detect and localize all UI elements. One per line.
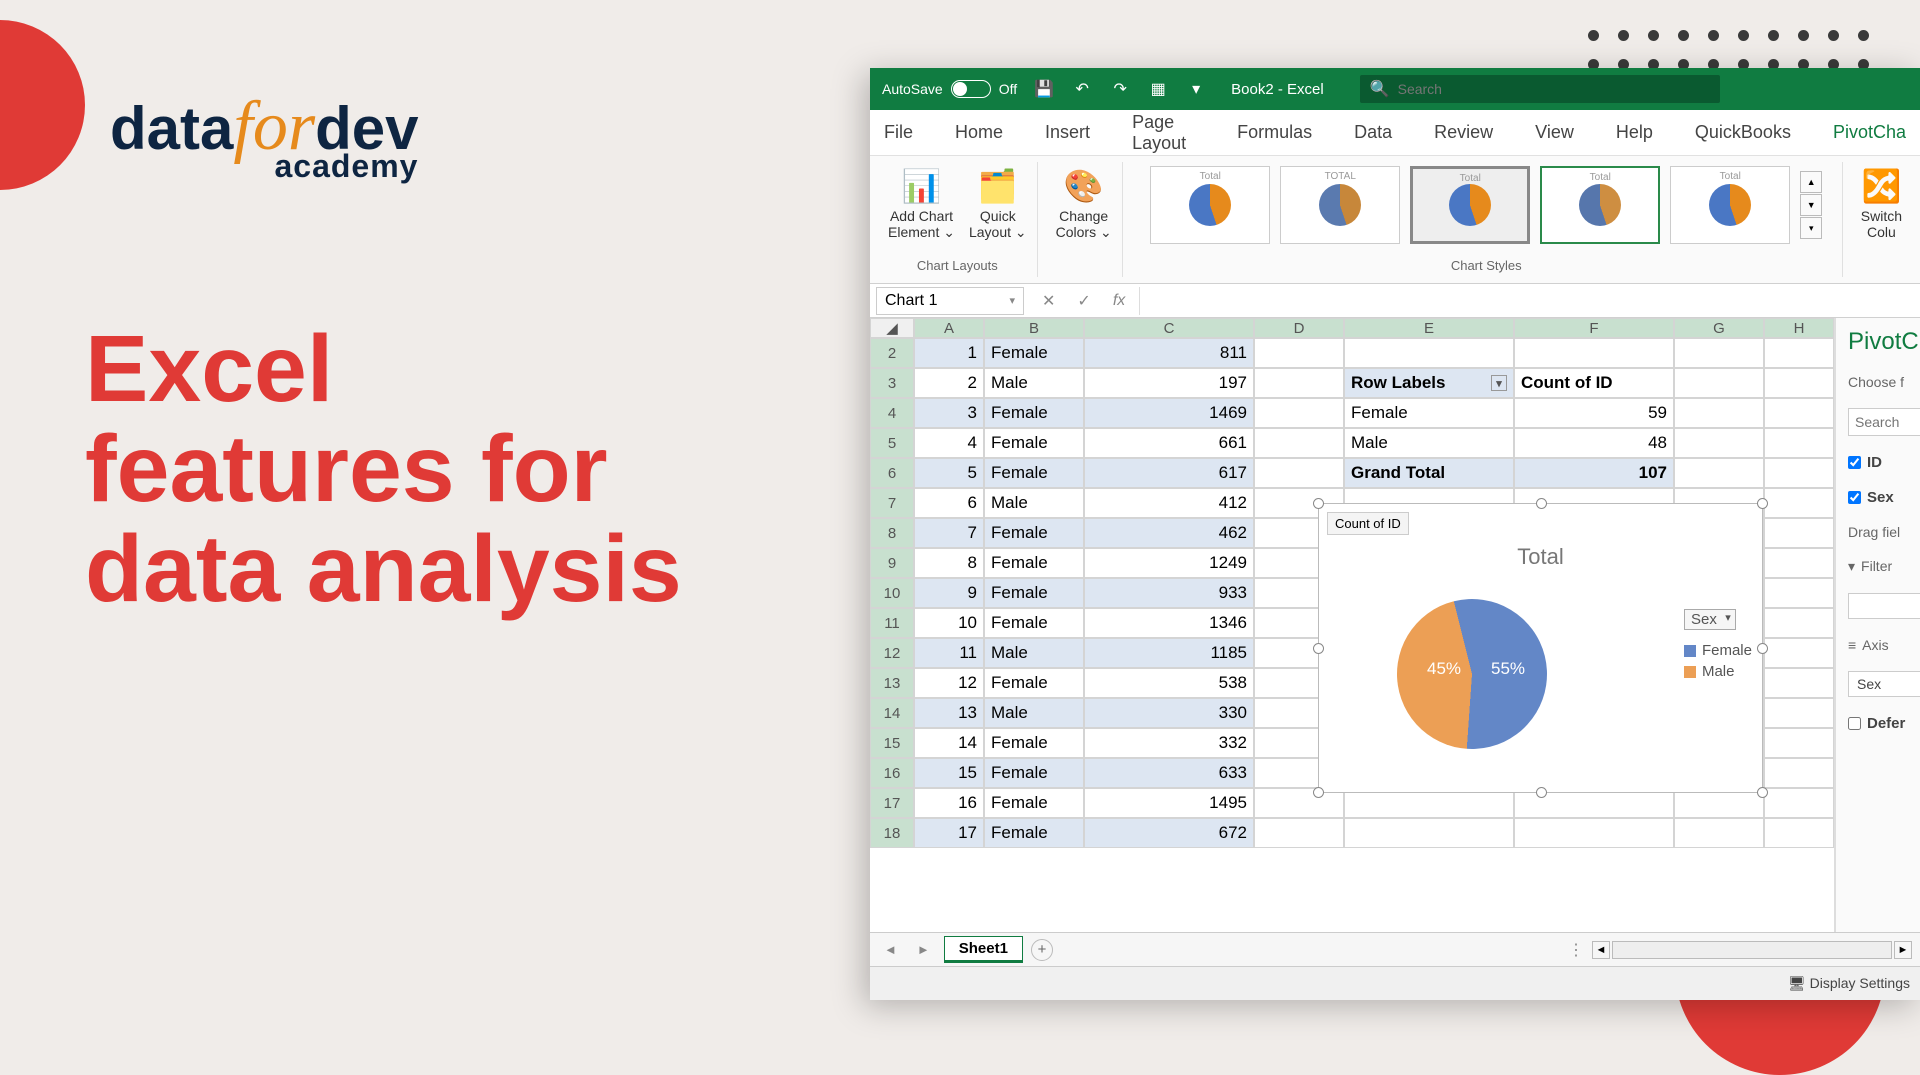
tab-pivotchart[interactable]: PivotCha <box>1827 112 1912 153</box>
table-row[interactable]: 54Female661Male48 <box>870 428 1834 458</box>
decor-dots-top <box>1588 30 1870 70</box>
legend-field-dropdown[interactable]: Sex <box>1684 609 1736 630</box>
tab-file[interactable]: File <box>878 112 919 153</box>
decor-red-circle <box>0 20 85 190</box>
chart-style-5[interactable]: Total <box>1670 166 1790 244</box>
undo-icon[interactable]: ↶ <box>1071 78 1093 100</box>
chart-style-1[interactable]: Total <box>1150 166 1270 244</box>
switch-icon: 🔀 <box>1861 166 1901 206</box>
qat-more-icon[interactable]: ▾ <box>1185 78 1207 100</box>
col-G[interactable]: G <box>1674 318 1764 338</box>
add-chart-element-button[interactable]: 📊 Add ChartElement ⌄ <box>888 166 955 240</box>
redo-icon[interactable]: ↷ <box>1109 78 1131 100</box>
tab-data[interactable]: Data <box>1348 112 1398 153</box>
cancel-icon[interactable]: ✕ <box>1042 291 1055 311</box>
pivot-chart[interactable]: Count of ID Total 55% 45% Sex Female Mal… <box>1318 503 1763 793</box>
search-box[interactable]: 🔍 <box>1360 75 1720 103</box>
sheet-tabs-bar: ◄ ► Sheet1 + ⋮ ◄► <box>870 932 1920 966</box>
axis-dropzone[interactable]: Sex <box>1848 671 1920 697</box>
search-input[interactable] <box>1398 81 1710 97</box>
chart-style-3[interactable]: Total <box>1410 166 1530 244</box>
chart-style-gallery: Total TOTAL Total Total Total ▲▼▾ <box>1150 166 1822 244</box>
col-D[interactable]: D <box>1254 318 1344 338</box>
chart-field-button[interactable]: Count of ID <box>1327 512 1409 535</box>
tab-home[interactable]: Home <box>949 112 1009 153</box>
group-chart-layouts: Chart Layouts <box>917 258 998 273</box>
horizontal-scrollbar[interactable]: ⋮ ◄► <box>1568 940 1912 960</box>
col-E[interactable]: E <box>1344 318 1514 338</box>
col-F[interactable]: F <box>1514 318 1674 338</box>
sheet-tab[interactable]: Sheet1 <box>944 936 1023 963</box>
tab-view[interactable]: View <box>1529 112 1580 153</box>
tab-insert[interactable]: Insert <box>1039 112 1096 153</box>
field-sex[interactable]: Sex <box>1848 489 1920 506</box>
tab-nav-next[interactable]: ► <box>911 942 936 957</box>
table-row[interactable]: 21Female811 <box>870 338 1834 368</box>
logo: datafordev academy <box>110 95 418 181</box>
pie-label-female: 55% <box>1491 659 1525 679</box>
group-chart-styles: Chart Styles <box>1451 258 1522 273</box>
quick-layout-button[interactable]: 🗂️ QuickLayout ⌄ <box>969 166 1027 240</box>
qat-grid-icon[interactable]: ▦ <box>1147 78 1169 100</box>
chart-style-2[interactable]: TOTAL <box>1280 166 1400 244</box>
field-id[interactable]: ID <box>1848 454 1920 471</box>
filters-dropzone[interactable] <box>1848 593 1920 619</box>
pie-label-male: 45% <box>1427 659 1461 679</box>
quick-layout-icon: 🗂️ <box>978 166 1018 206</box>
tab-formulas[interactable]: Formulas <box>1231 112 1318 153</box>
pane-title: PivotC <box>1848 328 1920 356</box>
formula-input[interactable] <box>1139 287 1920 315</box>
ribbon: 📊 Add ChartElement ⌄ 🗂️ QuickLayout ⌄ Ch… <box>870 156 1920 284</box>
style-gallery-arrows[interactable]: ▲▼▾ <box>1800 171 1822 239</box>
formula-bar-row: Chart 1▾ ✕ ✓ fx <box>870 284 1920 318</box>
col-A[interactable]: A <box>914 318 984 338</box>
fx-label[interactable]: fx <box>1113 292 1125 310</box>
display-settings-button[interactable]: 🖥 Display Settings <box>1788 975 1910 992</box>
tab-quickbooks[interactable]: QuickBooks <box>1689 112 1797 153</box>
autosave-toggle[interactable]: AutoSave Off <box>882 80 1017 98</box>
pie-slices[interactable] <box>1381 583 1563 765</box>
chart-element-icon: 📊 <box>901 166 941 206</box>
name-box[interactable]: Chart 1▾ <box>876 287 1024 315</box>
document-title: Book2 - Excel <box>1231 81 1324 98</box>
table-row[interactable]: 43Female1469Female59 <box>870 398 1834 428</box>
headline: Excel features for data analysis <box>85 320 682 619</box>
chart-title: Total <box>1319 544 1762 570</box>
pivotchart-fields-pane: PivotC Choose f ID Sex Drag fiel ▾Filter… <box>1835 318 1920 932</box>
axis-icon: ≡ <box>1848 637 1856 653</box>
enter-icon[interactable]: ✓ <box>1077 291 1090 311</box>
col-B[interactable]: B <box>984 318 1084 338</box>
ribbon-tabs: File Home Insert Page Layout Formulas Da… <box>870 110 1920 156</box>
table-row[interactable]: 32Male197Row Labels▾Count of ID <box>870 368 1834 398</box>
change-colors-button[interactable]: 🎨 ChangeColors ⌄ <box>1056 166 1112 240</box>
table-row[interactable]: 1817Female672 <box>870 818 1834 848</box>
palette-icon: 🎨 <box>1064 166 1104 206</box>
excel-window: AutoSave Off 💾 ↶ ↷ ▦ ▾ Book2 - Excel 🔍 F… <box>870 68 1920 1000</box>
save-icon[interactable]: 💾 <box>1033 78 1055 100</box>
tab-nav-prev[interactable]: ◄ <box>878 942 903 957</box>
col-C[interactable]: C <box>1084 318 1254 338</box>
status-bar: 🖥 Display Settings <box>870 966 1920 1000</box>
pane-search[interactable] <box>1848 408 1920 436</box>
search-icon: 🔍 <box>1370 79 1390 99</box>
filter-icon: ▾ <box>1848 558 1855 575</box>
defer-layout[interactable]: Defer <box>1848 715 1920 732</box>
col-H[interactable]: H <box>1764 318 1834 338</box>
new-sheet-button[interactable]: + <box>1031 939 1053 961</box>
table-row[interactable]: 65Female617Grand Total107 <box>870 458 1834 488</box>
titlebar: AutoSave Off 💾 ↶ ↷ ▦ ▾ Book2 - Excel 🔍 <box>870 68 1920 110</box>
tab-review[interactable]: Review <box>1428 112 1499 153</box>
worksheet[interactable]: ◢ A B C D E F G H 21Female81132Male197Ro… <box>870 318 1834 932</box>
select-all-corner[interactable]: ◢ <box>870 318 914 338</box>
tab-help[interactable]: Help <box>1610 112 1659 153</box>
chart-legend: Sex Female Male <box>1684 609 1752 684</box>
tab-page-layout[interactable]: Page Layout <box>1126 102 1201 164</box>
switch-row-column-button[interactable]: 🔀 SwitchColu <box>1861 166 1902 240</box>
chart-style-4[interactable]: Total <box>1540 166 1660 244</box>
